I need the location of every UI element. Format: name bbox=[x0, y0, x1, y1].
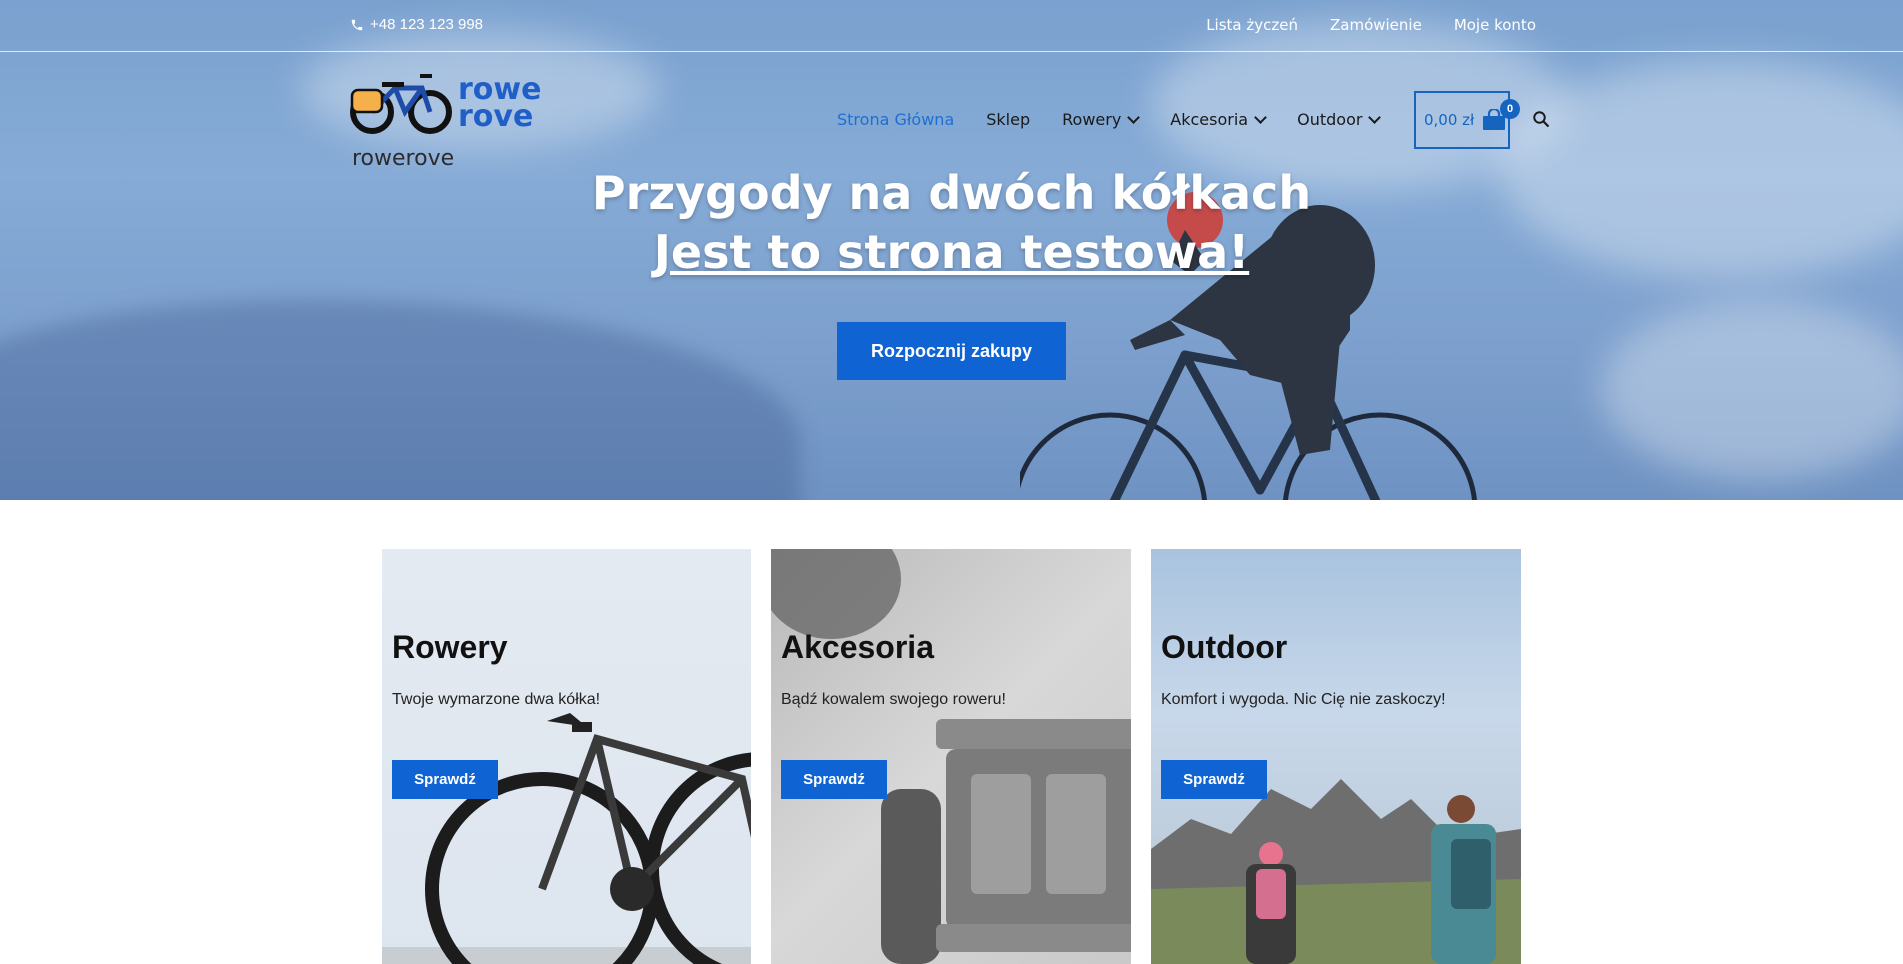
check-accessories-button[interactable]: Sprawdź bbox=[781, 760, 887, 799]
nav-item-bikes[interactable]: Rowery bbox=[1062, 110, 1141, 129]
start-shopping-button[interactable]: Rozpocznij zakupy bbox=[837, 322, 1066, 380]
nav-item-outdoor[interactable]: Outdoor bbox=[1297, 110, 1382, 129]
wishlist-link[interactable]: Lista życzeń bbox=[1206, 16, 1298, 34]
mountain-silhouette bbox=[0, 300, 800, 500]
card-title: Akcesoria bbox=[781, 629, 934, 665]
card-text: Twoje wymarzone dwa kółka! bbox=[392, 691, 601, 708]
nav-item-label: Sklep bbox=[986, 110, 1031, 129]
nav-item-home[interactable]: Strona Główna bbox=[837, 110, 954, 129]
cart-count-badge: 0 bbox=[1500, 99, 1520, 119]
hikers-photo bbox=[1151, 779, 1521, 964]
nav-item-accessories[interactable]: Akcesoria bbox=[1170, 110, 1267, 129]
nav-item-label: Akcesoria bbox=[1170, 110, 1249, 129]
category-card-accessories: Akcesoria Bądź kowalem swojego roweru! S… bbox=[771, 549, 1131, 964]
hero-title: Przygody na dwóch kółkach bbox=[591, 166, 1312, 220]
order-link[interactable]: Zamówienie bbox=[1330, 16, 1422, 34]
bike-photo bbox=[382, 713, 751, 964]
hero-section: +48 123 123 998 Lista życzeń Zamówienie … bbox=[0, 0, 1903, 500]
nav-item-label: Outdoor bbox=[1297, 110, 1363, 129]
card-text: Komfort i wygoda. Nic Cię nie zaskoczy! bbox=[1161, 691, 1446, 708]
chevron-down-icon bbox=[1254, 111, 1267, 124]
card-title: Rowery bbox=[392, 629, 508, 665]
nav-item-shop[interactable]: Sklep bbox=[986, 110, 1030, 129]
cart-button[interactable]: 0,00 zł 0 bbox=[1414, 91, 1520, 149]
cloud-decoration bbox=[1600, 300, 1903, 480]
main-navigation: Strona Główna Sklep Rowery Akcesoria Out… bbox=[837, 110, 1382, 129]
category-card-bikes: Rowery Twoje wymarzone dwa kółka! Sprawd… bbox=[382, 549, 751, 964]
account-link[interactable]: Moje konto bbox=[1454, 16, 1536, 34]
check-outdoor-button[interactable]: Sprawdź bbox=[1161, 760, 1267, 799]
cart-amount: 0,00 zł bbox=[1424, 111, 1475, 129]
phone-number: +48 123 123 998 bbox=[370, 16, 484, 33]
logo-text-line2: rove bbox=[458, 99, 534, 134]
phone-contact[interactable]: +48 123 123 998 bbox=[350, 16, 483, 33]
pedal-photo bbox=[771, 549, 1131, 964]
nav-item-label: Strona Główna bbox=[837, 110, 955, 129]
check-bikes-button[interactable]: Sprawdź bbox=[392, 760, 498, 799]
top-bar: +48 123 123 998 Lista życzeń Zamówienie … bbox=[0, 0, 1903, 52]
logo-text: rowe rove bbox=[458, 75, 541, 134]
card-text: Bądź kowalem swojego roweru! bbox=[781, 691, 1006, 708]
chevron-down-icon bbox=[1368, 111, 1382, 124]
hero-subtitle-link[interactable]: Jest to strona testowa! bbox=[0, 222, 1903, 282]
card-title: Outdoor bbox=[1161, 629, 1288, 665]
search-icon[interactable] bbox=[1532, 110, 1550, 128]
top-links: Lista życzeń Zamówienie Moje konto bbox=[1206, 16, 1536, 34]
nav-item-label: Rowery bbox=[1062, 110, 1122, 129]
category-card-outdoor: Outdoor Komfort i wygoda. Nic Cię nie za… bbox=[1151, 549, 1521, 964]
chevron-down-icon bbox=[1127, 111, 1141, 124]
phone-icon bbox=[351, 19, 363, 30]
